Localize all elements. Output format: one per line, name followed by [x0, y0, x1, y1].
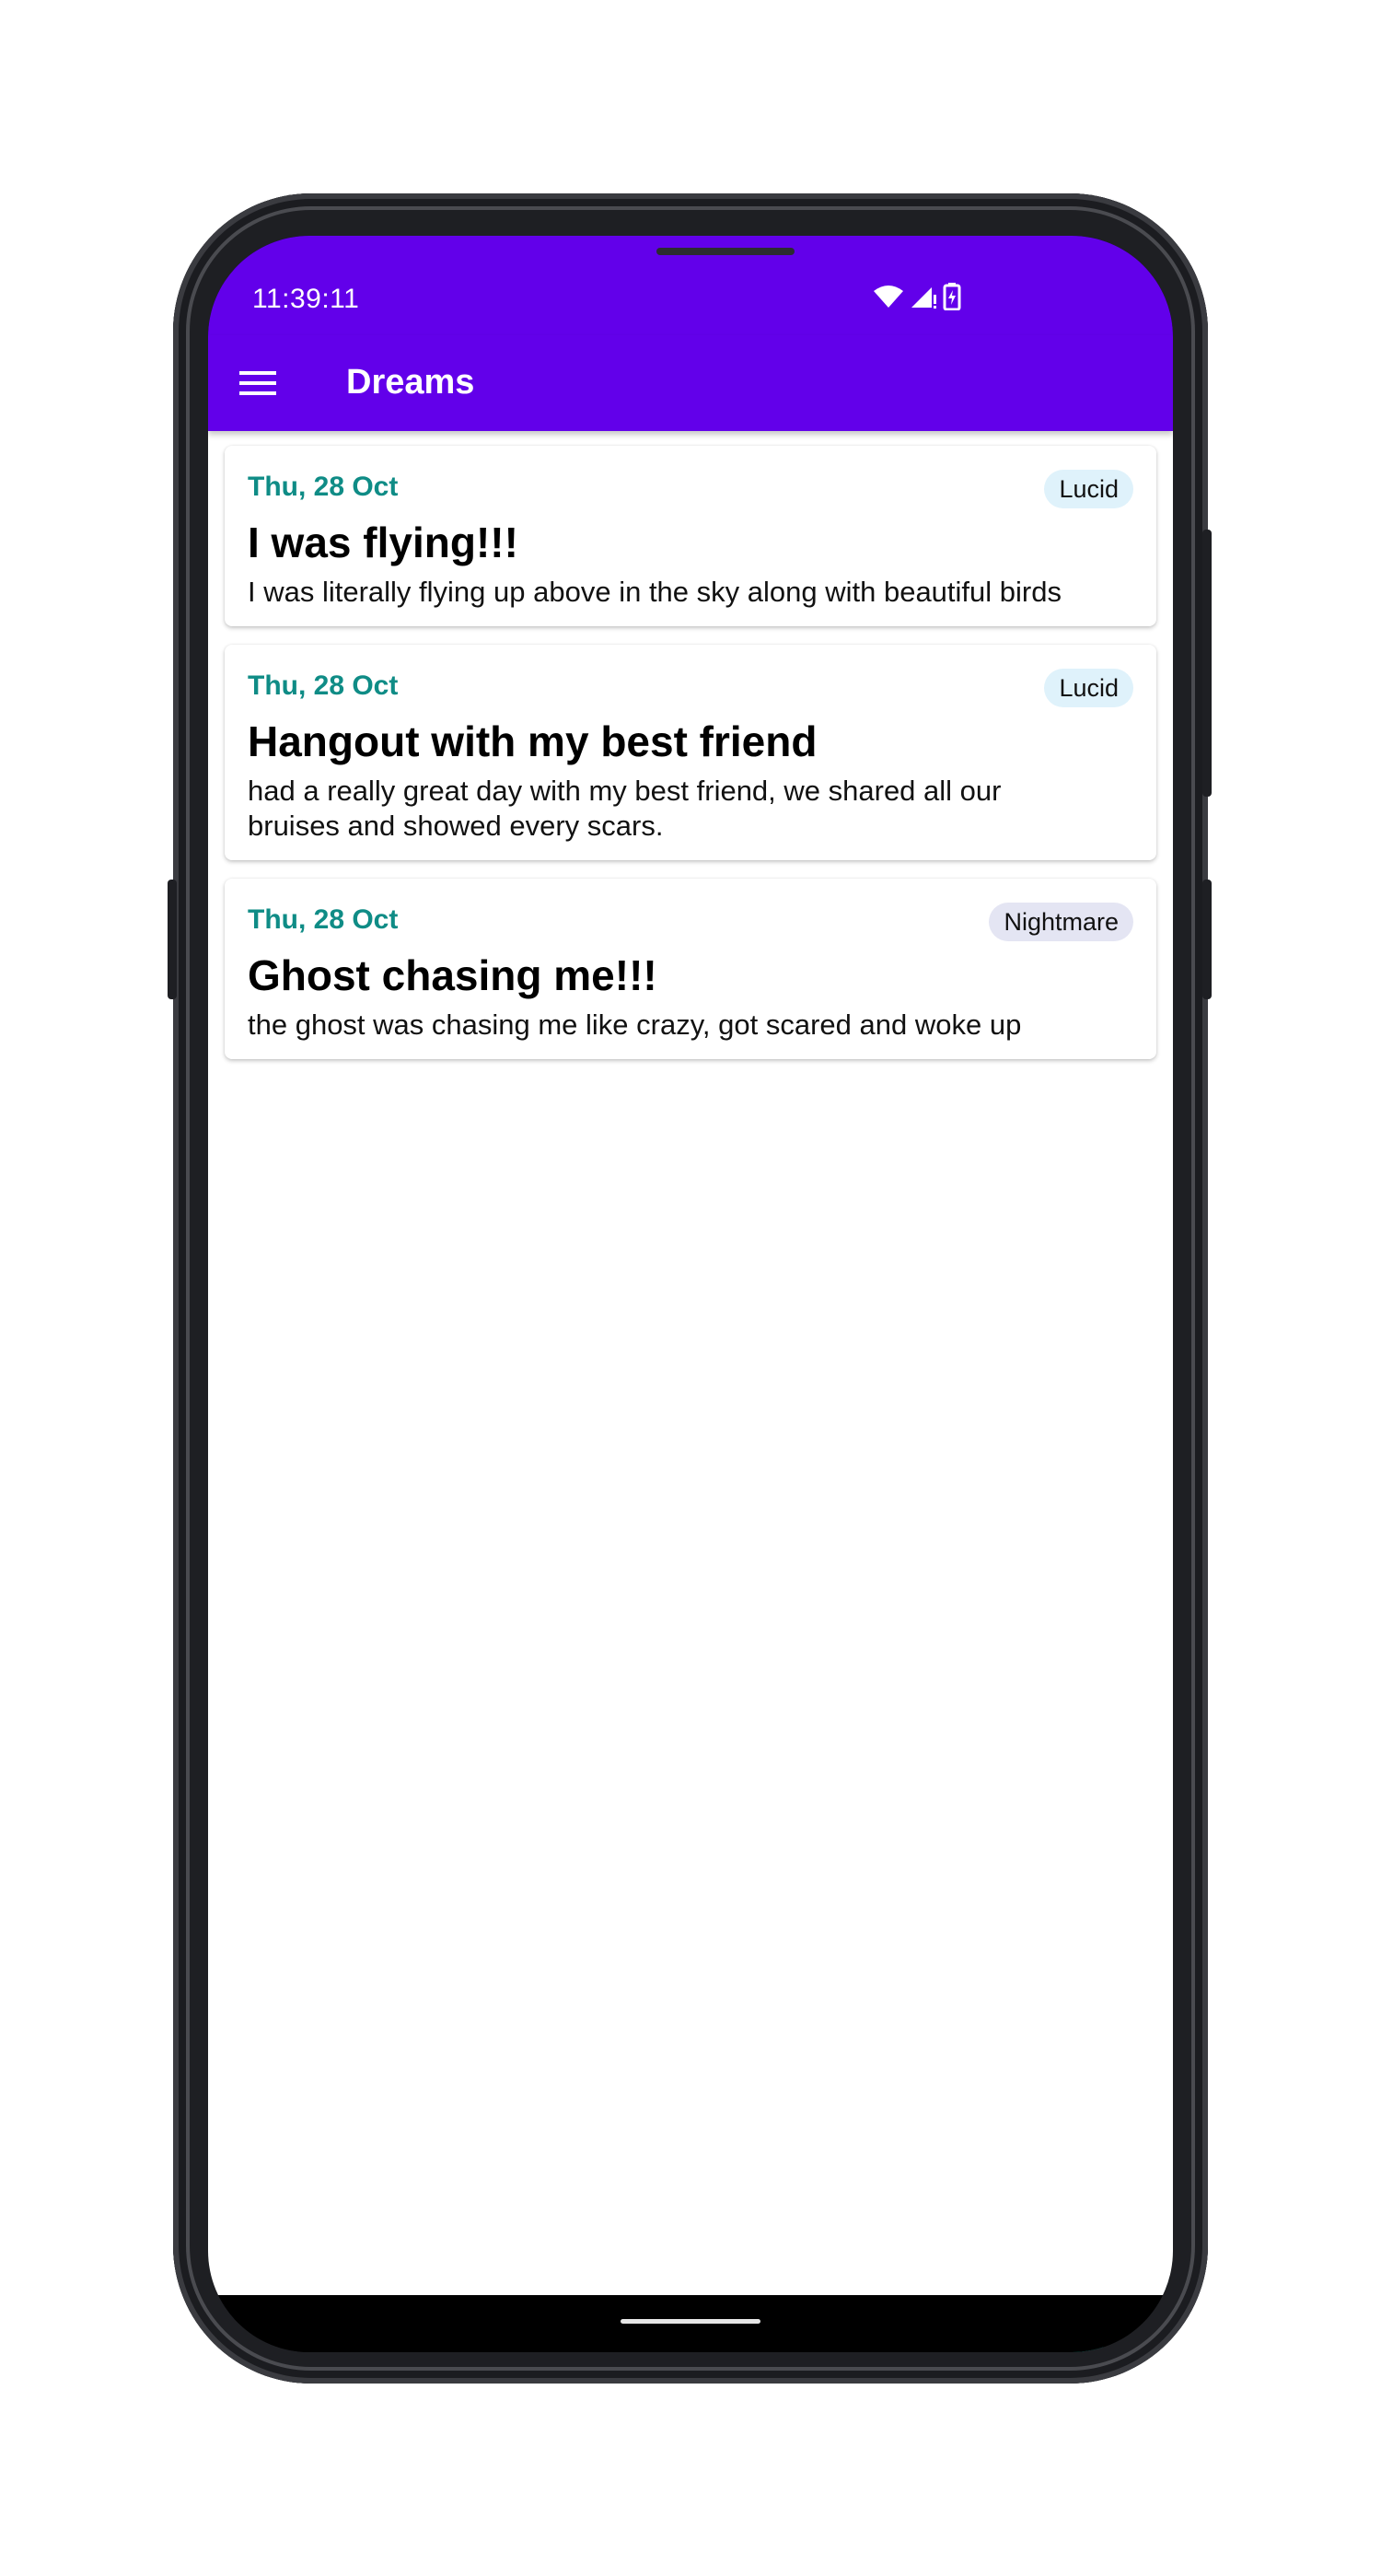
home-gesture-handle[interactable] — [621, 2319, 760, 2324]
dream-title: Ghost chasing me!!! — [248, 951, 657, 999]
navigation-bar — [208, 2295, 1173, 2352]
phone-frame: 11:39:11 Dreams Thu, 28 Oct Lucid I was … — [168, 193, 1212, 2384]
dream-date: Thu, 28 Oct — [248, 472, 399, 502]
dream-title: I was flying!!! — [248, 519, 518, 566]
dream-description: I was literally flying up above in the s… — [248, 576, 1062, 608]
dream-type-chip: Lucid — [1044, 669, 1133, 707]
dream-description: the ghost was chasing me like crazy, got… — [248, 1008, 1022, 1041]
app-bar: Dreams — [208, 335, 1173, 431]
dream-card[interactable]: Thu, 28 Oct Lucid Hangout with my best f… — [225, 645, 1156, 860]
dream-date: Thu, 28 Oct — [248, 670, 399, 701]
dream-title: Hangout with my best friend — [248, 717, 818, 765]
dream-description: had a really great day with my best frie… — [248, 775, 1002, 842]
cell-signal-icon — [911, 287, 936, 309]
side-key-left — [168, 880, 177, 999]
earpiece-speaker — [656, 248, 795, 255]
battery-charging-icon — [943, 283, 961, 310]
dream-type-chip: Lucid — [1044, 470, 1133, 508]
menu-button[interactable] — [230, 356, 285, 411]
status-time: 11:39:11 — [252, 284, 360, 314]
app-title: Dreams — [346, 363, 475, 402]
volume-button — [1202, 880, 1212, 999]
status-icons — [873, 280, 961, 313]
menu-icon — [239, 371, 276, 395]
dream-list: Thu, 28 Oct Lucid I was flying!!! I was … — [208, 431, 1173, 2352]
dream-card[interactable]: Thu, 28 Oct Nightmare Ghost chasing me!!… — [225, 879, 1156, 1059]
dream-type-chip: Nightmare — [989, 903, 1133, 941]
power-button — [1202, 530, 1212, 797]
dream-date: Thu, 28 Oct — [248, 904, 399, 935]
dream-card[interactable]: Thu, 28 Oct Lucid I was flying!!! I was … — [225, 446, 1156, 626]
screen: 11:39:11 Dreams Thu, 28 Oct Lucid I was … — [208, 236, 1173, 2352]
wifi-icon — [874, 286, 903, 308]
